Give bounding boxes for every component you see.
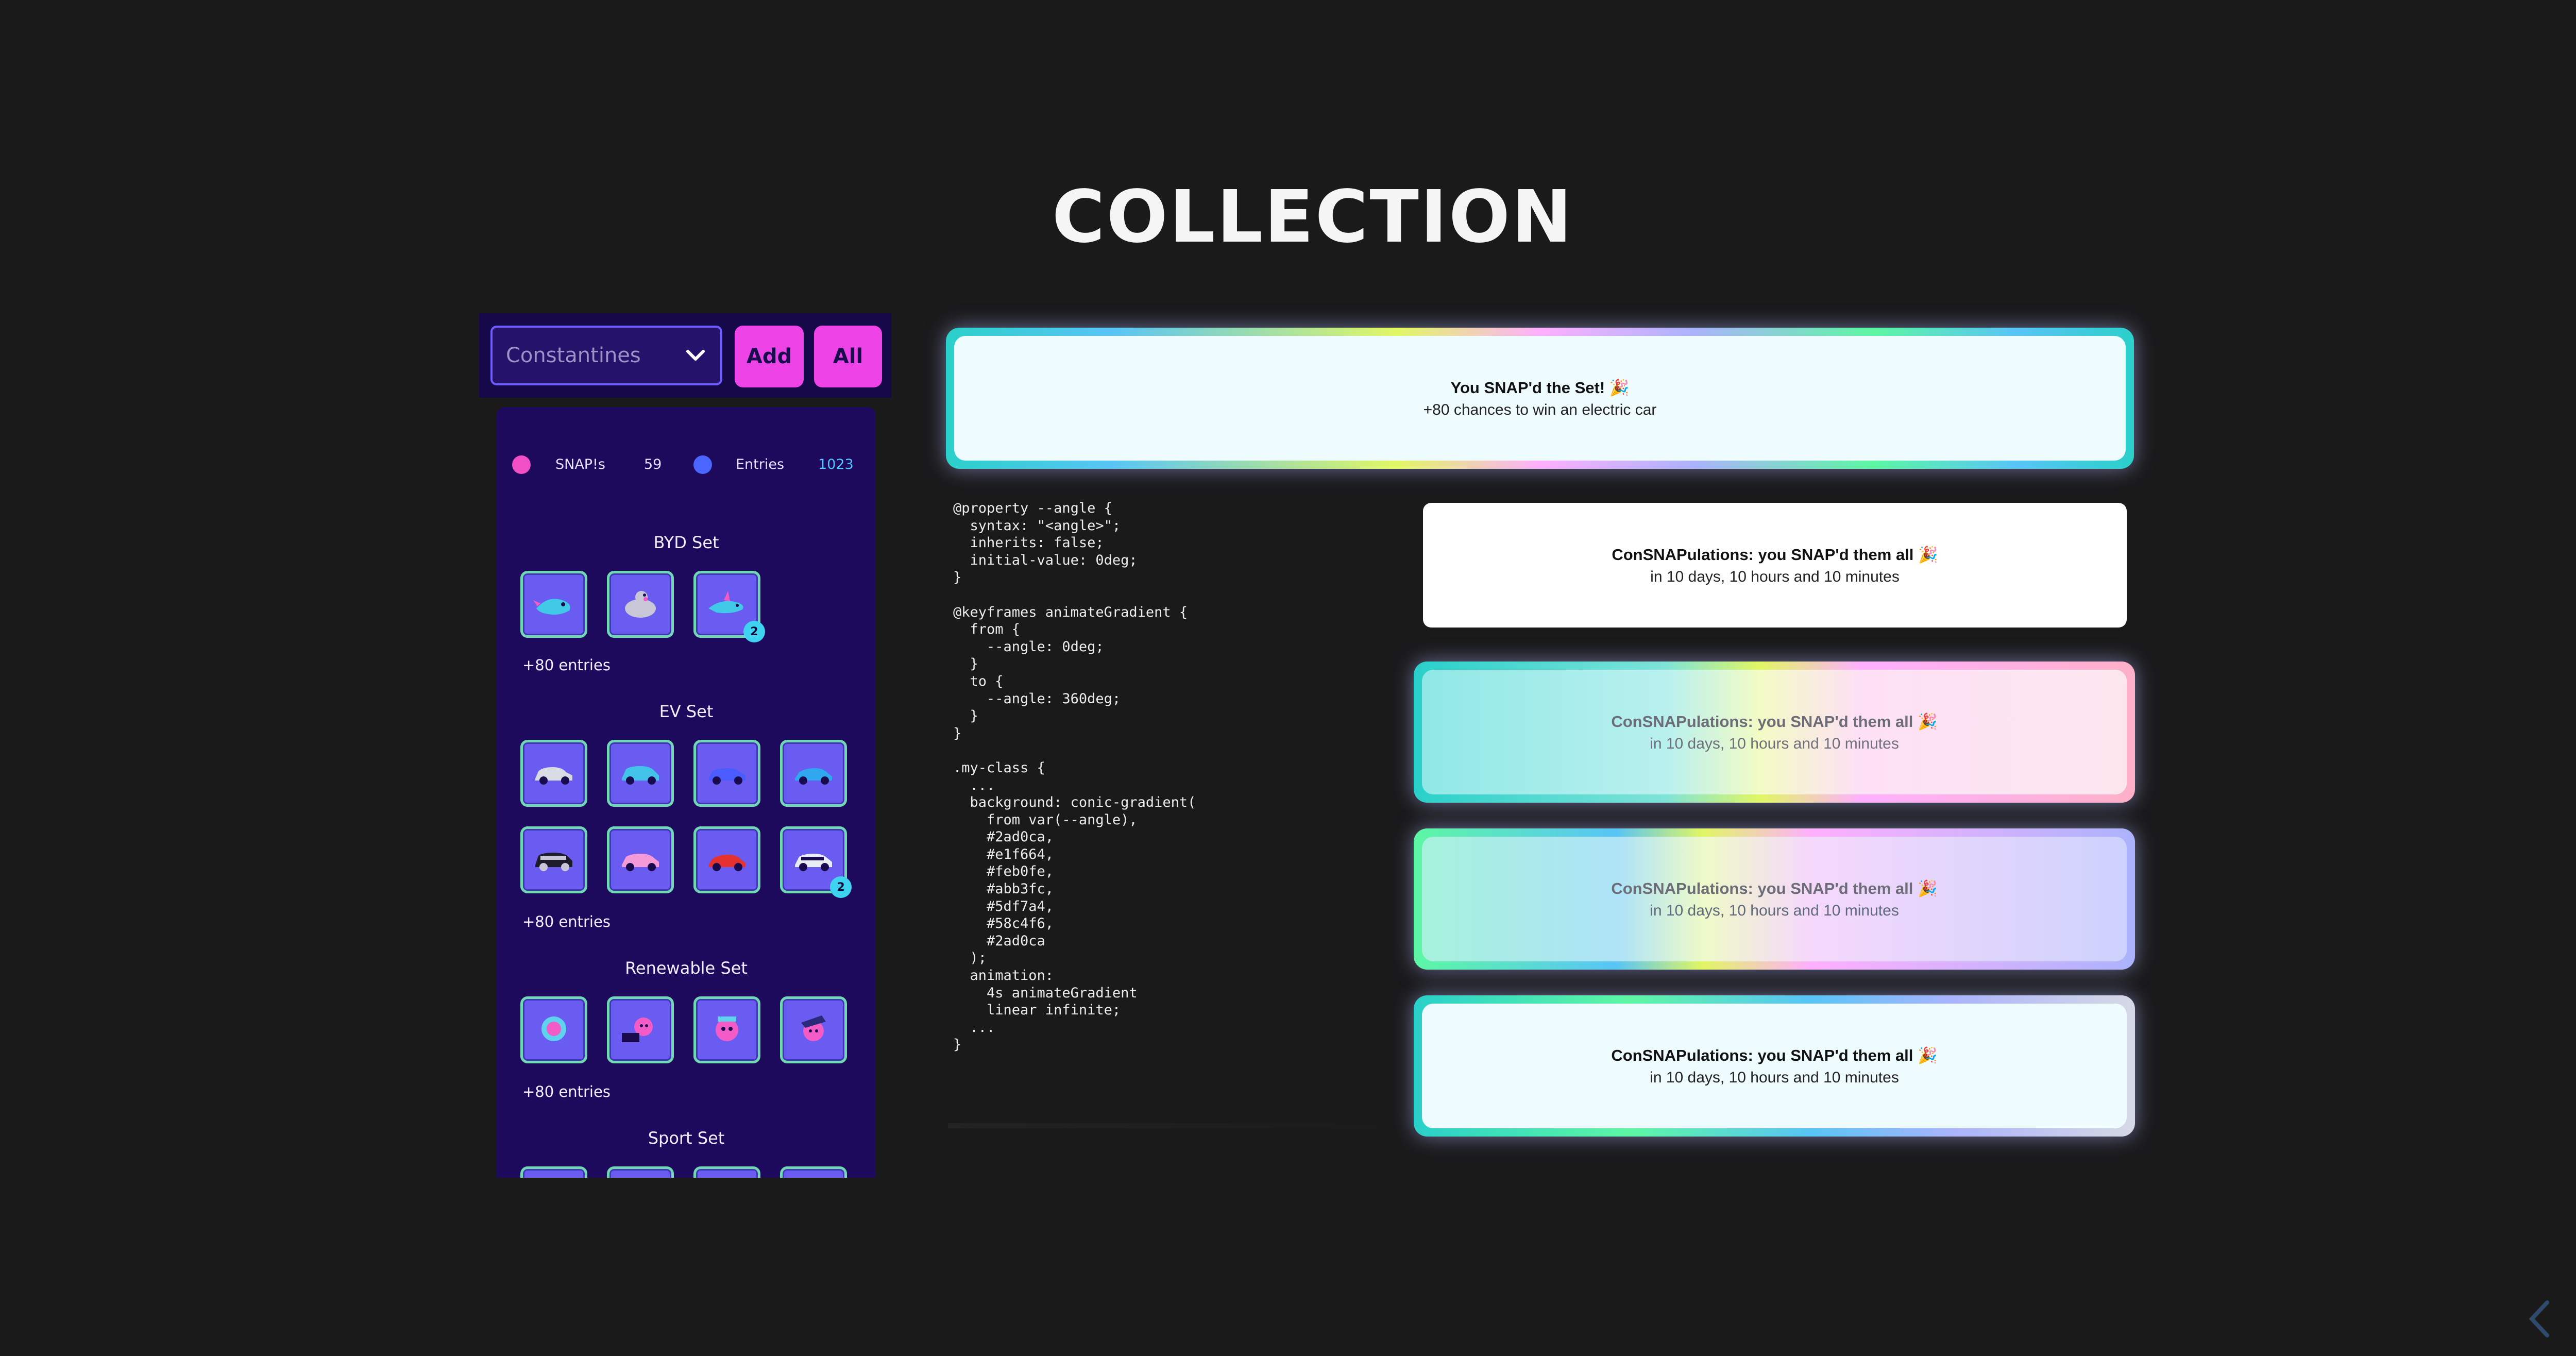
congrats-subtitle: in 10 days, 10 hours and 10 minutes: [1650, 735, 1899, 752]
hero-banner-subtitle: +80 chances to win an electric car: [1423, 401, 1657, 418]
congrats-title: ConSNAPulations: you SNAP'd them all 🎉: [1611, 712, 1938, 731]
code-sample: @property --angle { syntax: "<angle>"; i…: [953, 500, 1196, 1053]
chevron-left-icon[interactable]: [2524, 1298, 2555, 1340]
collectible-card[interactable]: [780, 740, 847, 807]
collectible-card[interactable]: [607, 826, 674, 893]
count-badge: 2: [743, 621, 765, 642]
set-title-ev: EV Set: [659, 702, 714, 721]
collectible-card[interactable]: 2: [693, 571, 765, 642]
octopus-icon: [716, 1016, 738, 1041]
collection-panel[interactable]: SNAP!s 59 Entries 1023 BYD Set 2 +80 ent…: [497, 407, 876, 1178]
collectible-card[interactable]: [520, 571, 587, 638]
octopus-icon: [622, 1018, 653, 1042]
car-icon: [795, 854, 832, 871]
set-entries-byd: +80 entries: [522, 656, 611, 674]
congrats-banner-plain: ConSNAPulations: you SNAP'd them all 🎉 i…: [1423, 503, 2127, 628]
page-title: COLLECTION: [1052, 175, 1574, 259]
shark-icon: [708, 591, 743, 614]
chevron-down-icon: [686, 350, 705, 361]
add-button[interactable]: Add: [735, 326, 804, 387]
snaps-label: SNAP!s: [555, 456, 605, 472]
snap-coin-icon: [512, 455, 531, 474]
collectible-card[interactable]: [780, 996, 847, 1063]
congrats-title: ConSNAPulations: you SNAP'd them all 🎉: [1612, 545, 1938, 564]
congrats-title: ConSNAPulations: you SNAP'd them all 🎉: [1611, 879, 1938, 897]
collectible-card[interactable]: 2: [780, 826, 852, 898]
set-title-byd: BYD Set: [653, 533, 719, 552]
octopus-icon: [541, 1016, 566, 1041]
octopus-icon: [801, 1015, 826, 1041]
car-icon: [708, 855, 745, 871]
trophy-icon: [693, 455, 712, 474]
collectible-card[interactable]: [607, 740, 674, 807]
set-title-sport: Sport Set: [648, 1128, 725, 1148]
congrats-subtitle: in 10 days, 10 hours and 10 minutes: [1650, 902, 1899, 919]
congrats-subtitle: in 10 days, 10 hours and 10 minutes: [1650, 1069, 1899, 1086]
party-popper-icon: 🎉: [1918, 712, 1938, 731]
seal-icon: [625, 591, 656, 618]
collectible-card[interactable]: [607, 996, 674, 1063]
hero-banner-title: You SNAP'd the Set! 🎉: [1450, 378, 1630, 397]
collection-toolbar: Constantines Add All: [479, 313, 891, 398]
collectible-card[interactable]: [607, 1166, 674, 1178]
congrats-banner-gradient-a: ConSNAPulations: you SNAP'd them all 🎉 i…: [1422, 670, 2127, 794]
party-popper-icon: 🎉: [1918, 545, 1938, 564]
car-icon: [622, 766, 659, 785]
stats-bar: SNAP!s 59 Entries 1023: [497, 453, 876, 479]
congrats-banner-gradient-b: ConSNAPulations: you SNAP'd them all 🎉 i…: [1422, 837, 2127, 961]
collectible-card[interactable]: [693, 740, 760, 807]
collectible-card[interactable]: [693, 1166, 760, 1178]
party-popper-icon: 🎉: [1918, 1046, 1938, 1064]
all-button[interactable]: All: [814, 326, 882, 387]
car-icon: [535, 767, 572, 785]
collectible-card[interactable]: [607, 571, 674, 638]
collectible-card[interactable]: [520, 996, 587, 1063]
snaps-value: 59: [644, 456, 662, 472]
set-select-value: Constantines: [506, 344, 641, 367]
code-divider: [948, 1123, 1412, 1128]
congrats-banner-glow: ConSNAPulations: you SNAP'd them all 🎉 i…: [1422, 1004, 2127, 1128]
car-icon: [535, 853, 572, 871]
whale-icon: [533, 599, 570, 615]
car-icon: [708, 768, 745, 785]
set-entries-renewable: +80 entries: [522, 1083, 611, 1100]
collectible-card[interactable]: [693, 826, 760, 893]
set-select[interactable]: Constantines: [490, 326, 722, 385]
count-badge: 2: [830, 876, 852, 898]
collectible-card[interactable]: [520, 1166, 587, 1178]
collectible-card[interactable]: [520, 826, 587, 893]
collectible-card[interactable]: [780, 1166, 847, 1178]
congrats-subtitle: in 10 days, 10 hours and 10 minutes: [1650, 568, 1900, 585]
entries-value: 1023: [818, 456, 854, 472]
hero-banner: You SNAP'd the Set! 🎉 +80 chances to win…: [954, 336, 2126, 461]
set-entries-ev: +80 entries: [522, 913, 611, 930]
party-popper-icon: 🎉: [1609, 378, 1630, 397]
set-title-renewable: Renewable Set: [625, 958, 748, 978]
congrats-title: ConSNAPulations: you SNAP'd them all 🎉: [1611, 1046, 1938, 1064]
entries-label: Entries: [736, 456, 785, 472]
car-icon: [622, 854, 659, 871]
party-popper-icon: 🎉: [1918, 879, 1938, 897]
collectible-card[interactable]: [520, 740, 587, 807]
collectible-card[interactable]: [693, 996, 760, 1063]
car-icon: [795, 768, 832, 785]
